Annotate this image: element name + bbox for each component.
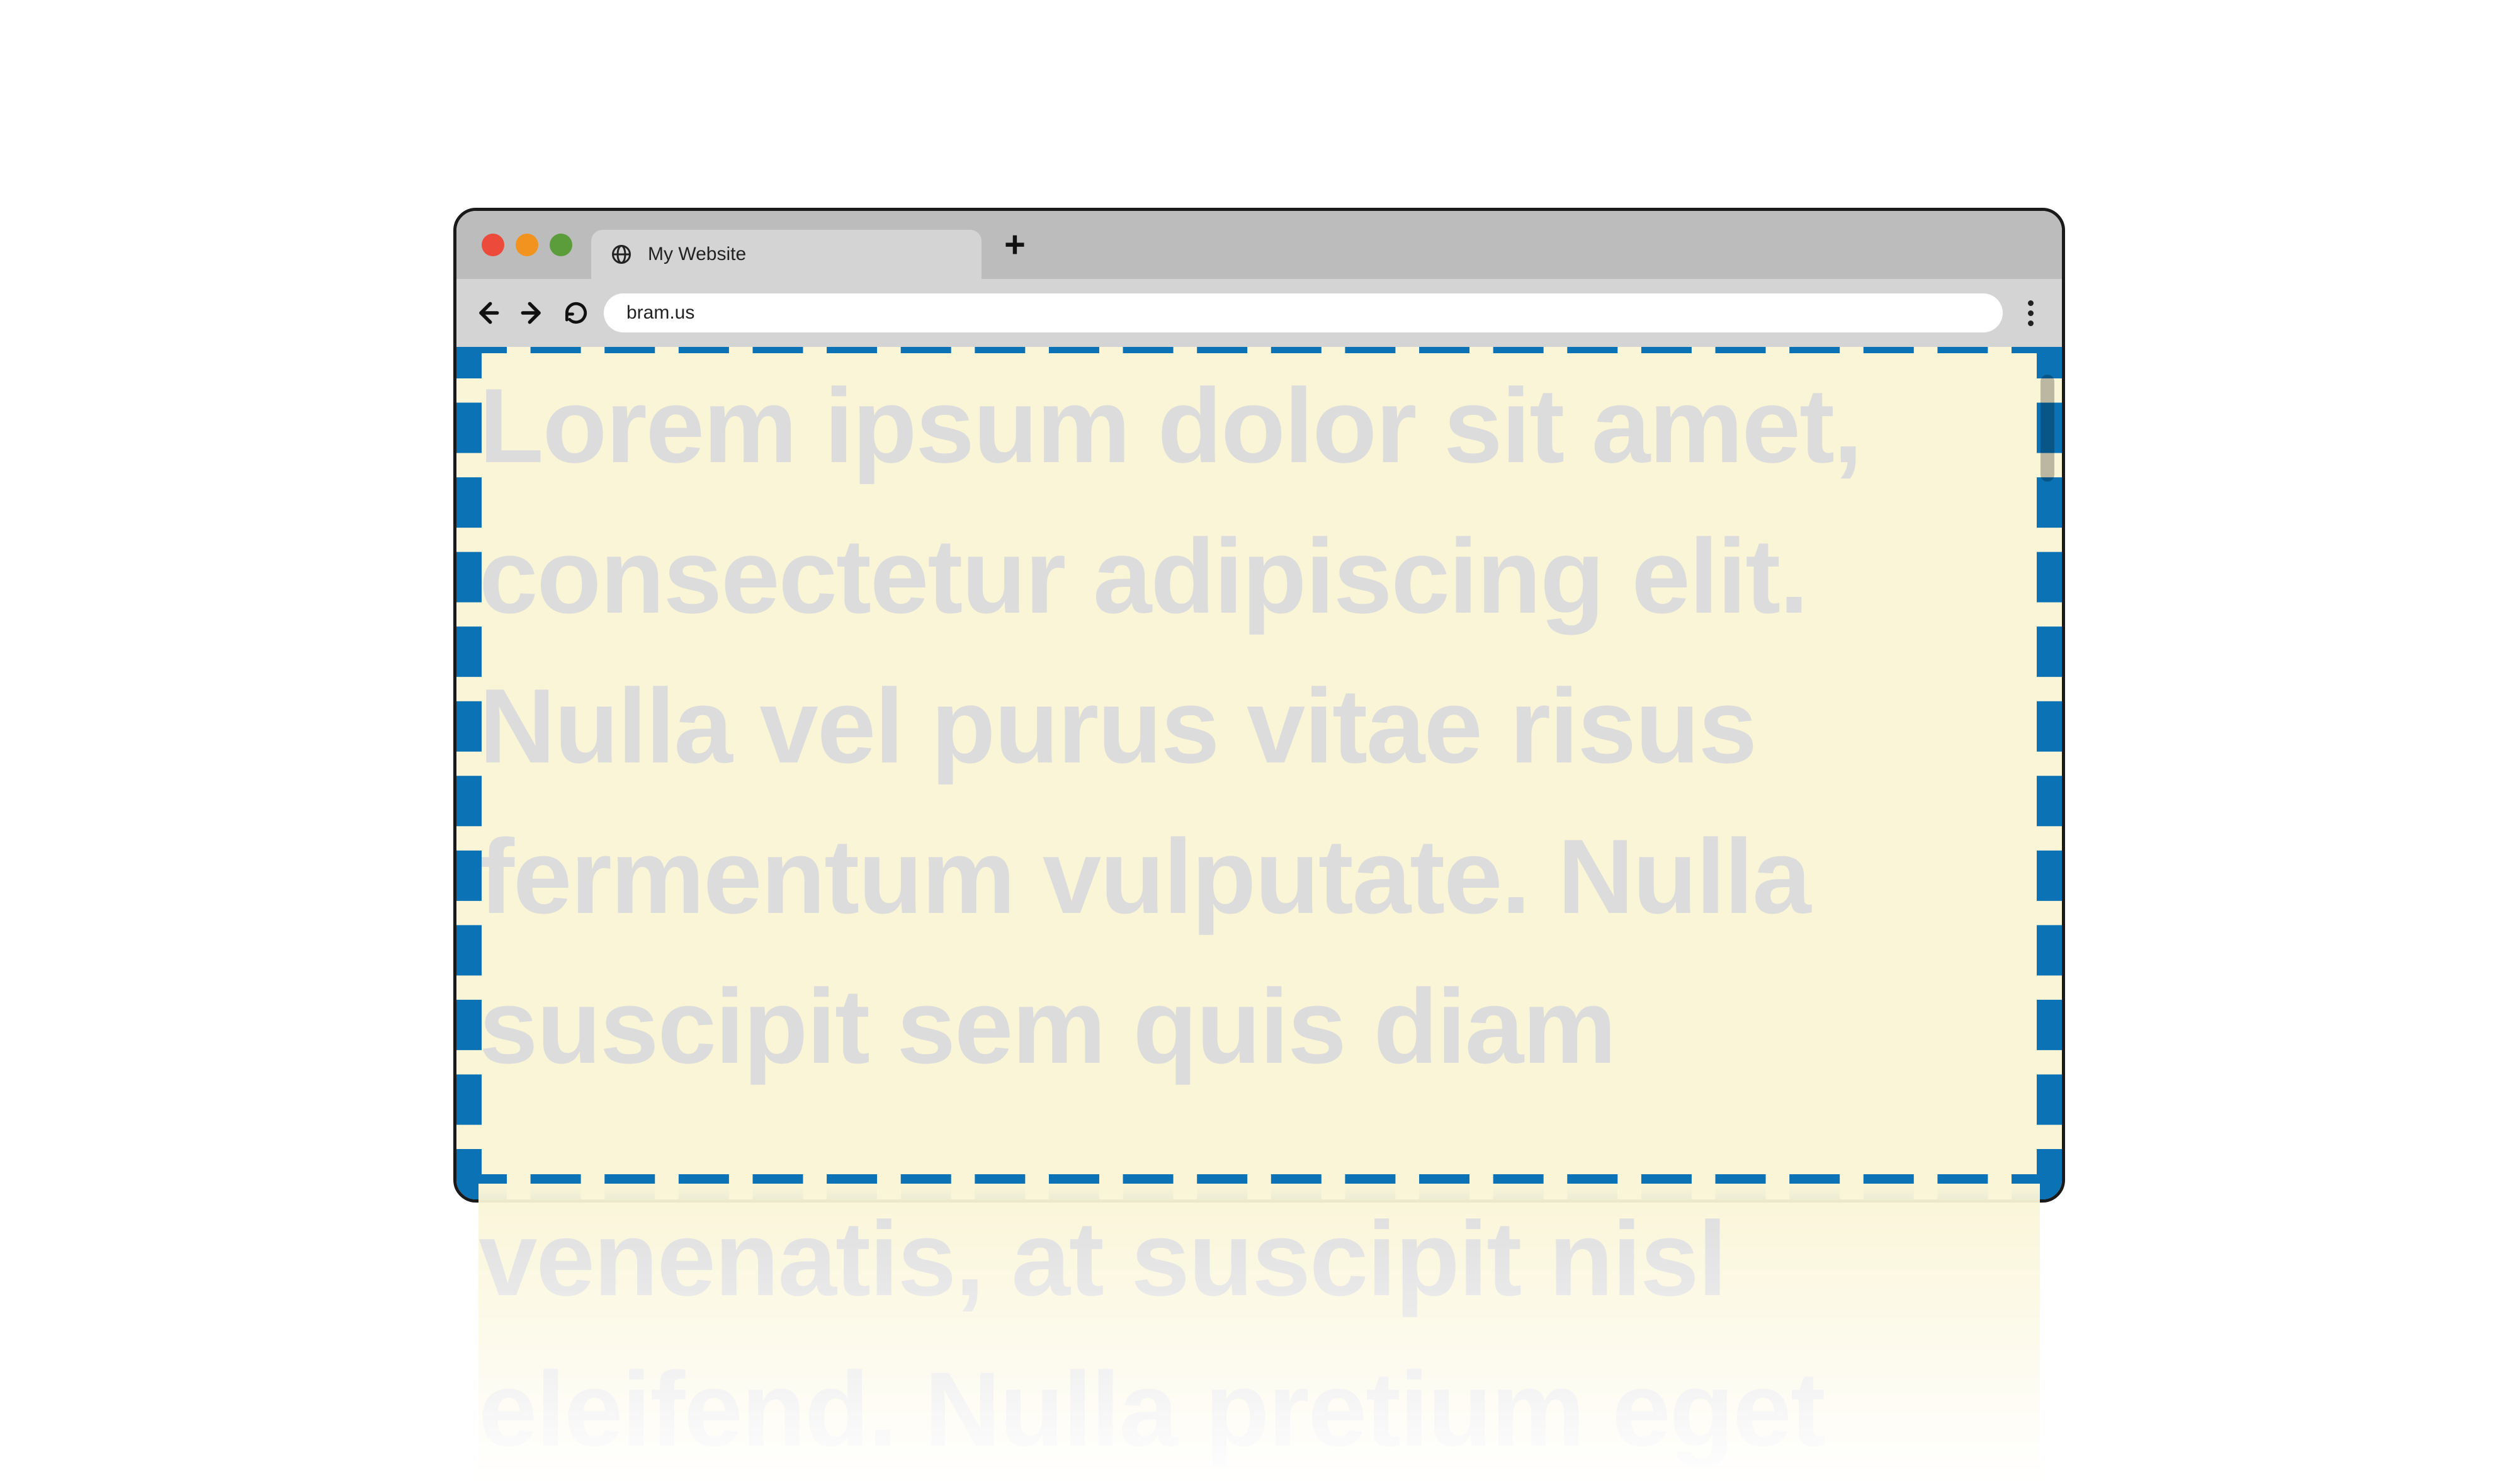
address-bar[interactable] [604, 293, 2003, 332]
url-input[interactable] [626, 302, 1980, 324]
scrollbar-thumb[interactable] [2041, 375, 2054, 482]
forward-button[interactable] [518, 299, 546, 327]
page-viewport: Lorem ipsum dolor sit amet, consectetur … [456, 347, 2062, 1199]
favicon-icon [610, 243, 633, 266]
close-window-icon[interactable] [482, 234, 504, 256]
minimize-window-icon[interactable] [516, 234, 538, 256]
toolbar [456, 279, 2062, 347]
menu-button[interactable] [2017, 300, 2044, 326]
dots-vertical-icon [2028, 300, 2034, 306]
overflow-line-2: eleifend. Nulla pretium eget [478, 1334, 2015, 1484]
reload-button[interactable] [562, 299, 590, 327]
back-button[interactable] [474, 299, 502, 327]
overflow-text: venenatis, at suscipit nisl eleifend. Nu… [478, 1184, 2040, 1484]
tab-bar: My Website + [456, 211, 2062, 279]
overflow-line-1: venenatis, at suscipit nisl [478, 1184, 2015, 1334]
tab-title: My Website [648, 244, 746, 265]
window-controls[interactable] [482, 234, 572, 256]
new-tab-button[interactable]: + [1004, 227, 1026, 263]
browser-window: My Website + [453, 208, 2065, 1203]
browser-tab[interactable]: My Website [591, 230, 982, 279]
maximize-window-icon[interactable] [550, 234, 572, 256]
page-body-text: Lorem ipsum dolor sit amet, consectetur … [479, 351, 2037, 1102]
